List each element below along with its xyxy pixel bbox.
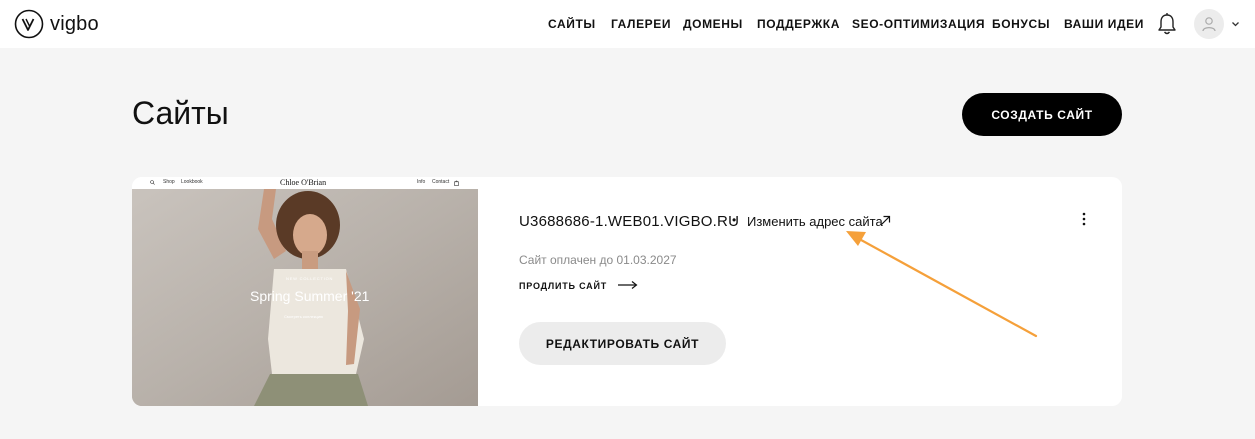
chevron-down-icon[interactable] (1231, 20, 1240, 28)
logo-text: vigbo (50, 12, 99, 35)
preview-header: Shop Lookbook Chloe O'Brian Info Contact (132, 177, 478, 189)
edit-site-button[interactable]: РЕДАКТИРОВАТЬ САЙТ (519, 322, 726, 365)
extend-site-link[interactable]: ПРОДЛИТЬ САЙТ (519, 281, 607, 291)
page-title: Сайты (132, 95, 229, 131)
paid-until-text: Сайт оплачен до 01.03.2027 (519, 253, 677, 267)
arrow-right-icon[interactable] (618, 280, 638, 290)
nav-sites[interactable]: САЙТЫ (548, 17, 596, 31)
preview-image: NEW COLLECTION Spring Summer '21 Смотрет… (132, 189, 478, 406)
more-options-icon[interactable] (1080, 212, 1088, 226)
external-link-icon[interactable] (880, 215, 891, 226)
top-bar: vigbo САЙТЫ ГАЛЕРЕИ ДОМЕНЫ ПОДДЕРЖКА SEO… (0, 0, 1255, 48)
nav-galleries[interactable]: ГАЛЕРЕИ (611, 17, 671, 31)
preview-headline: Spring Summer '21 (250, 288, 370, 304)
change-address-link[interactable]: Изменить адрес сайта (747, 214, 883, 229)
create-site-button[interactable]: СОЗДАТЬ САЙТ (962, 93, 1122, 136)
nav-support[interactable]: ПОДДЕРЖКА (757, 17, 840, 31)
preview-nav-info: Info (417, 179, 426, 185)
preview-brand: Chloe O'Brian (280, 178, 327, 187)
avatar[interactable] (1194, 9, 1224, 39)
preview-nav-shop: Shop (163, 179, 175, 185)
preview-nav-contact: Contact (432, 179, 450, 185)
site-card: Shop Lookbook Chloe O'Brian Info Contact (132, 177, 1122, 406)
nav-seo[interactable]: SEO-ОПТИМИЗАЦИЯ (852, 17, 985, 31)
nav-domains[interactable]: ДОМЕНЫ (683, 17, 743, 31)
nav-your-ideas[interactable]: ВАШИ ИДЕИ (1064, 17, 1144, 31)
bell-icon[interactable] (1156, 12, 1178, 36)
nav-bonuses[interactable]: БОНУСЫ (992, 17, 1050, 31)
user-icon (1202, 17, 1216, 32)
search-icon (150, 180, 155, 185)
logo[interactable]: vigbo (14, 9, 99, 39)
bag-icon (454, 180, 459, 186)
site-url[interactable]: U3688686-1.WEB01.VIGBO.RU (519, 213, 739, 230)
separator-dot: • (732, 213, 737, 227)
preview-kicker: NEW COLLECTION (286, 276, 334, 281)
vigbo-logo-icon (14, 9, 44, 39)
preview-nav-lookbook: Lookbook (181, 179, 203, 185)
preview-link: Смотреть коллекцию (284, 314, 324, 319)
site-preview[interactable]: Shop Lookbook Chloe O'Brian Info Contact (132, 177, 478, 406)
